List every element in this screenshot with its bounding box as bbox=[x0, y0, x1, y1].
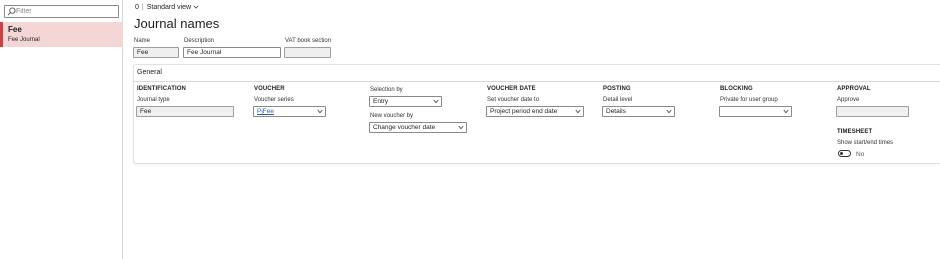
voucher-heading: VOUCHER bbox=[254, 86, 285, 92]
private-for-user-group-select[interactable] bbox=[719, 106, 792, 117]
description-field[interactable]: Fee Journal bbox=[183, 47, 281, 58]
search-icon bbox=[7, 7, 16, 16]
detail-level-select[interactable]: Details bbox=[602, 106, 675, 117]
detail-level-label: Detail level bbox=[603, 97, 633, 103]
chevron-down-icon bbox=[575, 109, 581, 114]
chevron-down-icon bbox=[783, 109, 789, 114]
record-count: 0 bbox=[135, 4, 139, 11]
vat-book-section-label: VAT book section bbox=[285, 38, 332, 44]
name-field[interactable]: Fee bbox=[133, 47, 179, 58]
voucher-series-select[interactable]: PjFee bbox=[253, 106, 326, 117]
chevron-down-icon bbox=[433, 99, 439, 104]
filter-box[interactable] bbox=[4, 5, 119, 18]
view-separator: | bbox=[141, 4, 144, 11]
selection-by-label: Selection by bbox=[370, 87, 403, 93]
selection-by-value: Entry bbox=[373, 98, 389, 105]
posting-heading: POSTING bbox=[603, 86, 631, 92]
view-name: Standard view bbox=[146, 4, 192, 11]
journal-type-label: Journal type bbox=[137, 97, 170, 103]
approval-heading: APPROVAL bbox=[837, 86, 871, 92]
show-start-end-times-label: Show start/end times bbox=[837, 140, 894, 146]
new-voucher-by-value: Change voucher date bbox=[373, 124, 436, 131]
approve-field[interactable] bbox=[836, 106, 909, 117]
general-header[interactable]: General bbox=[133, 68, 940, 82]
blocking-heading: BLOCKING bbox=[720, 86, 753, 92]
name-label: Name bbox=[134, 38, 151, 44]
selection-by-select[interactable]: Entry bbox=[369, 96, 442, 107]
general-title: General bbox=[137, 69, 162, 76]
chevron-down-icon bbox=[666, 109, 672, 114]
show-start-end-times-toggle[interactable] bbox=[838, 150, 851, 157]
view-bar: 0 | Standard view bbox=[135, 4, 199, 11]
set-voucher-date-select[interactable]: Project period end date bbox=[486, 106, 584, 117]
journal-type-field[interactable]: Fee bbox=[136, 106, 234, 117]
description-label: Description bbox=[184, 38, 215, 44]
new-voucher-by-label: New voucher by bbox=[370, 113, 414, 119]
private-for-user-group-label: Private for user group bbox=[720, 97, 778, 103]
list-item-fee[interactable]: Fee Fee Journal bbox=[0, 22, 123, 47]
new-voucher-by-select[interactable]: Change voucher date bbox=[369, 122, 467, 133]
set-voucher-date-label: Set voucher date to bbox=[487, 97, 540, 103]
list-item-title: Fee bbox=[8, 25, 22, 34]
voucher-date-heading: VOUCHER DATE bbox=[487, 86, 536, 92]
toggle-knob bbox=[840, 152, 843, 155]
record-list-pane: Fee Fee Journal bbox=[0, 0, 123, 259]
timesheet-heading: TIMESHEET bbox=[837, 129, 873, 135]
chevron-down-icon bbox=[458, 125, 464, 130]
list-item-subtitle: Fee Journal bbox=[8, 37, 40, 43]
set-voucher-date-value: Project period end date bbox=[490, 108, 558, 115]
vat-book-section-field[interactable] bbox=[284, 47, 331, 58]
page-title: Journal names bbox=[134, 16, 220, 31]
detail-level-value: Details bbox=[606, 108, 626, 115]
chevron-down-icon bbox=[193, 5, 199, 9]
toggle-state-label: No bbox=[856, 151, 865, 158]
filter-input[interactable] bbox=[16, 6, 116, 17]
voucher-series-link[interactable]: PjFee bbox=[257, 108, 274, 115]
chevron-down-icon bbox=[317, 109, 323, 114]
approve-label: Approve bbox=[837, 97, 860, 103]
identification-heading: IDENTIFICATION bbox=[137, 86, 186, 92]
voucher-series-label: Voucher series bbox=[254, 97, 294, 103]
view-selector[interactable]: Standard view bbox=[147, 4, 199, 11]
